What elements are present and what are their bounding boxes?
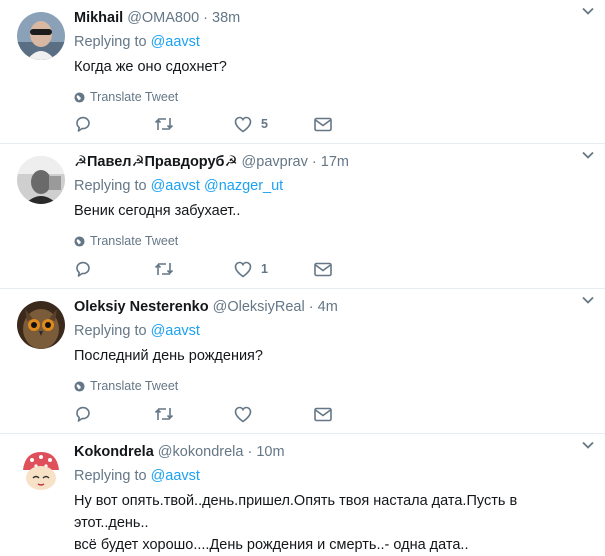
mention-link[interactable]: @aavst	[151, 323, 200, 339]
replying-to: Replying to @aavst	[74, 32, 585, 52]
like-button[interactable]	[234, 406, 314, 423]
separator-dot: ·	[308, 299, 314, 315]
separator-dot: ·	[203, 10, 209, 26]
tweet-text: Ну вот опять.твой..день.пришел.Опять тво…	[74, 490, 585, 556]
mention-link[interactable]: @aavst	[151, 178, 200, 194]
replying-label: Replying to	[74, 34, 147, 50]
user-handle[interactable]: @kokondrela	[158, 444, 244, 460]
tweet[interactable]: Mikhail @OMA800 · 38m Replying to @aavst…	[0, 0, 605, 144]
envelope-icon	[314, 262, 332, 276]
tweet-actions: 5	[74, 115, 394, 133]
globe-icon	[74, 235, 85, 247]
replying-to: Replying to @aavst	[74, 466, 585, 486]
replying-label: Replying to	[74, 178, 147, 194]
reply-button[interactable]	[74, 405, 154, 423]
avatar[interactable]	[17, 301, 65, 349]
retweet-icon	[154, 118, 174, 130]
display-name[interactable]: Oleksiy Nesterenko	[74, 299, 209, 315]
avatar[interactable]	[17, 156, 65, 204]
like-button[interactable]: 5	[234, 116, 314, 133]
like-count: 1	[261, 262, 268, 276]
retweet-icon	[154, 263, 174, 275]
tweet-header: Mikhail @OMA800 · 38m	[74, 8, 585, 28]
mention-link[interactable]: @nazger_ut	[204, 178, 283, 194]
display-name[interactable]: Kokondrela	[74, 444, 154, 460]
tweet-actions: 1	[74, 260, 394, 278]
globe-icon	[74, 91, 85, 103]
retweet-button[interactable]	[154, 260, 234, 278]
chevron-down-icon[interactable]	[581, 293, 595, 307]
translate-label: Translate Tweet	[90, 90, 179, 104]
timestamp[interactable]: 38m	[212, 10, 240, 26]
separator-dot: ·	[247, 444, 253, 460]
replying-label: Replying to	[74, 323, 147, 339]
like-button[interactable]: 1	[234, 261, 314, 278]
envelope-icon	[314, 407, 332, 421]
translate-tweet-link[interactable]: Translate Tweet	[74, 90, 585, 104]
translate-tweet-link[interactable]: Translate Tweet	[74, 234, 585, 248]
mention-link[interactable]: @aavst	[151, 34, 200, 50]
retweet-icon	[154, 408, 174, 420]
timestamp[interactable]: 10m	[256, 444, 284, 460]
display-name[interactable]: ☭Павел☭Правдоруб☭	[74, 154, 238, 170]
tweet-text: Последний день рождения?	[74, 348, 263, 364]
avatar[interactable]	[17, 12, 65, 60]
display-name[interactable]: Mikhail	[74, 10, 123, 26]
tweet-header: Oleksiy Nesterenko @OleksiyReal · 4m	[74, 297, 585, 317]
user-handle[interactable]: @pavprav	[242, 154, 308, 170]
retweet-button[interactable]	[154, 115, 234, 133]
direct-message-button[interactable]	[314, 117, 394, 132]
tweet-actions	[74, 405, 394, 423]
tweet[interactable]: Oleksiy Nesterenko @OleksiyReal · 4m Rep…	[0, 289, 605, 434]
reply-icon	[76, 406, 90, 422]
tweet[interactable]: ☭Павел☭Правдоруб☭ @pavprav · 17m Replyin…	[0, 144, 605, 289]
separator-dot: ·	[311, 154, 317, 170]
replying-label: Replying to	[74, 468, 147, 484]
translate-label: Translate Tweet	[90, 379, 179, 393]
chevron-down-icon[interactable]	[581, 438, 595, 452]
reply-icon	[76, 261, 90, 277]
tweet-text-line: всё будет хорошо....День рождения и смер…	[74, 537, 469, 553]
user-handle[interactable]: @OMA800	[127, 10, 199, 26]
tweet-header: Kokondrela @kokondrela · 10m	[74, 442, 585, 462]
replying-to: Replying to @aavst	[74, 321, 585, 341]
reply-icon	[76, 116, 90, 132]
reply-button[interactable]	[74, 115, 154, 133]
translate-tweet-link[interactable]: Translate Tweet	[74, 379, 585, 393]
user-handle[interactable]: @OleksiyReal	[213, 299, 305, 315]
tweet-text-line: Ну вот опять.твой..день.пришел.Опять тво…	[74, 493, 518, 531]
reply-button[interactable]	[74, 260, 154, 278]
direct-message-button[interactable]	[314, 262, 394, 277]
globe-icon	[74, 380, 85, 392]
replying-to: Replying to @aavst @nazger_ut	[74, 176, 585, 196]
mention-link[interactable]: @aavst	[151, 468, 200, 484]
heart-icon	[234, 261, 252, 277]
heart-icon	[234, 116, 252, 132]
tweet-header: ☭Павел☭Правдоруб☭ @pavprav · 17m	[74, 152, 585, 172]
retweet-button[interactable]	[154, 405, 234, 423]
like-count: 5	[261, 117, 268, 131]
tweet-text: Когда же оно сдохнет?	[74, 59, 227, 75]
direct-message-button[interactable]	[314, 407, 394, 422]
timestamp[interactable]: 4m	[318, 299, 338, 315]
tweet[interactable]: Kokondrela @kokondrela · 10m Replying to…	[0, 434, 605, 553]
avatar[interactable]	[17, 446, 65, 494]
chevron-down-icon[interactable]	[581, 4, 595, 18]
envelope-icon	[314, 117, 332, 131]
heart-icon	[234, 406, 252, 422]
chevron-down-icon[interactable]	[581, 148, 595, 162]
translate-label: Translate Tweet	[90, 234, 179, 248]
timestamp[interactable]: 17m	[321, 154, 349, 170]
tweet-text: Веник сегодня забухает..	[74, 203, 241, 219]
